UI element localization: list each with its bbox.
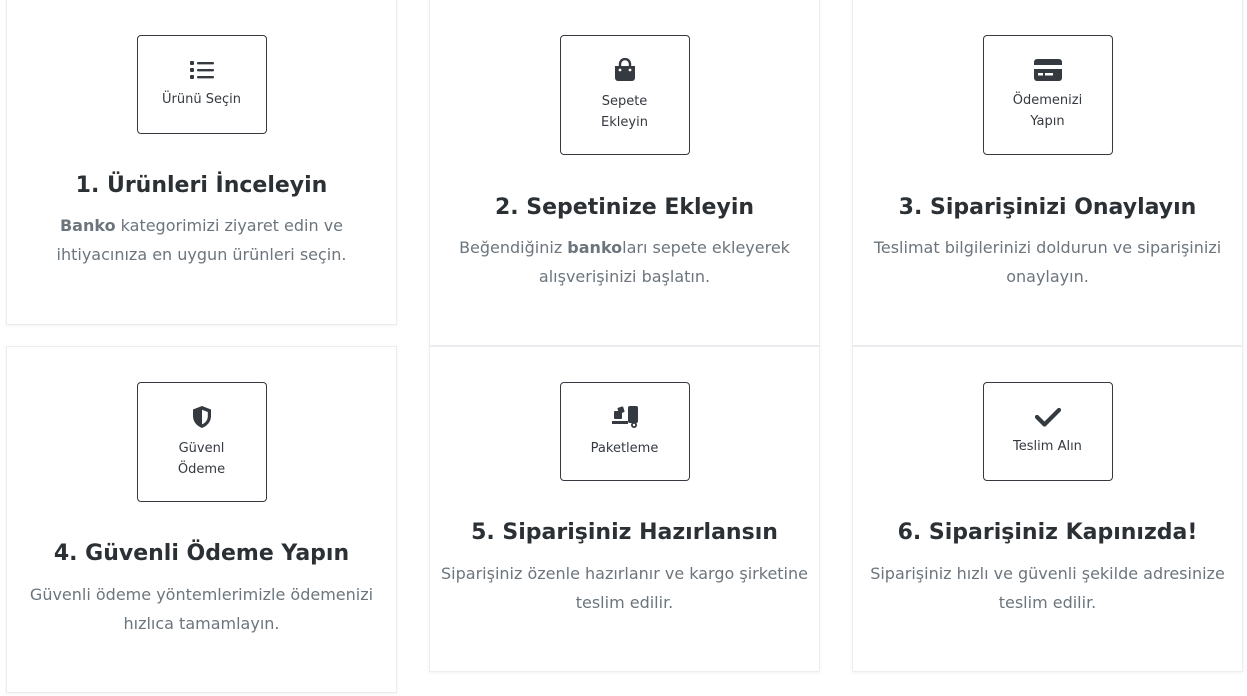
step-description: Siparişiniz hızlı ve güvenli şekilde adr… (863, 559, 1232, 617)
step-icon-label: Güvenl Ödeme (177, 440, 226, 477)
step-title: 4. Güvenli Ödeme Yapın (53, 541, 350, 566)
shield-icon (192, 405, 211, 428)
step-card-1: Ürünü Seçin 1. Ürünleri İnceleyin Banko … (6, 0, 397, 325)
step-description: Beğendiğiniz bankoları sepete ekleyerek … (440, 233, 809, 291)
step-card-2: Sepete Ekleyin 2. Sepetinize Ekleyin Beğ… (429, 0, 820, 346)
step-icon-label: Ödemenizi Yapın (1012, 92, 1083, 129)
step-icon-label: Teslim Alın (1013, 438, 1082, 454)
step-title: 3. Siparişinizi Onaylayın (898, 195, 1197, 220)
step-title: 5. Siparişiniz Hazırlansın (471, 520, 778, 545)
step-description: Banko kategorimizi ziyaret edin ve ihtiy… (17, 211, 386, 269)
step-icon-box: Teslim Alın (982, 382, 1113, 481)
step-icon-box: Paketleme (559, 382, 690, 481)
step-icon-box: Ürünü Seçin (136, 35, 267, 134)
step-title: 1. Ürünleri İnceleyin (75, 173, 328, 198)
desc-text: Teslimat bilgilerinizi doldurun ve sipar… (873, 238, 1222, 286)
step-icon-box: Sepete Ekleyin (559, 35, 690, 155)
desc-text: Siparişiniz özenle hazırlanır ve kargo ş… (441, 564, 808, 612)
step-card-3: Ödemenizi Yapın 3. Siparişinizi Onaylayı… (852, 0, 1243, 346)
credit-card-icon (1033, 58, 1062, 81)
desc-text: Güvenli ödeme yöntemlerimizle ödemenizi … (29, 585, 374, 633)
step-title: 2. Sepetinize Ekleyin (494, 195, 755, 220)
step-description: Teslimat bilgilerinizi doldurun ve sipar… (863, 233, 1232, 291)
step-icon-label: Sepete Ekleyin (601, 93, 648, 130)
step-card-5: Paketleme 5. Siparişiniz Hazırlansın Sip… (429, 346, 820, 672)
step-icon-box: Güvenl Ödeme (136, 382, 267, 502)
list-icon (189, 60, 214, 79)
desc-text-pre: Beğendiğiniz (459, 238, 568, 257)
step-description: Siparişiniz özenle hazırlanır ve kargo ş… (440, 559, 809, 617)
desc-text: Siparişiniz hızlı ve güvenli şekilde adr… (870, 564, 1225, 612)
checkmark-icon (1034, 407, 1061, 427)
step-icon-label: Ürünü Seçin (162, 91, 241, 107)
desc-keyword: banko (567, 238, 623, 257)
shopping-bag-icon (614, 57, 635, 81)
step-description: Güvenli ödeme yöntemlerimizle ödemenizi … (17, 580, 386, 638)
step-card-6: Teslim Alın 6. Siparişiniz Kapınızda! Si… (852, 346, 1243, 672)
step-icon-label: Paketleme (590, 440, 659, 456)
desc-keyword: Banko (59, 216, 116, 235)
packaging-dolly-icon (611, 405, 638, 428)
step-title: 6. Siparişiniz Kapınızda! (897, 520, 1198, 545)
step-icon-box: Ödemenizi Yapın (982, 35, 1113, 155)
step-card-4: Güvenl Ödeme 4. Güvenli Ödeme Yapın Güve… (6, 346, 397, 693)
